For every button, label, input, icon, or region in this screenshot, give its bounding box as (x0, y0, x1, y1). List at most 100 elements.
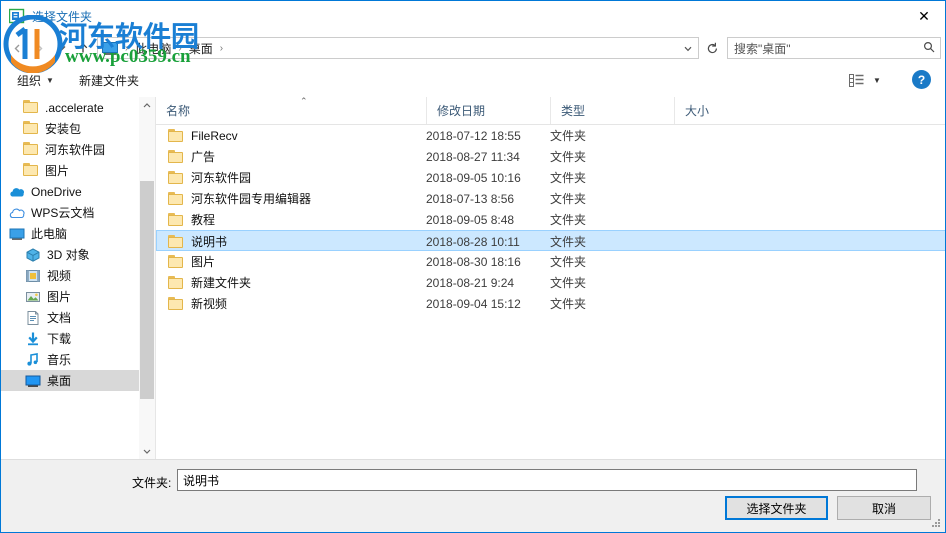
sidebar-item-5[interactable]: WPS云文档 (1, 202, 139, 223)
sidebar-item-label: 此电脑 (31, 227, 68, 241)
resize-grip[interactable] (932, 519, 942, 529)
recent-locations-icon[interactable] (51, 38, 71, 58)
sidebar-item-label: 下载 (47, 332, 72, 346)
3d-objects-icon (25, 247, 41, 263)
back-icon[interactable] (7, 38, 27, 58)
table-row[interactable]: FileRecv 2018-07-12 18:55 文件夹 (156, 125, 945, 146)
scroll-up-icon[interactable] (139, 97, 155, 113)
breadcrumb-item-desktop[interactable]: 桌面 (187, 39, 215, 58)
navigation-pane: .accelerate 安装包 河东软件园 图片 OneDrive WPS云文档 此电脑 3D… (1, 97, 139, 459)
folder-icon (168, 129, 183, 142)
file-name-cell: 河东软件园 (168, 167, 251, 188)
scroll-down-icon[interactable] (139, 443, 155, 459)
help-button[interactable]: ? (912, 70, 931, 89)
file-name-cell: 广告 (168, 146, 215, 167)
file-name-cell: FileRecv (168, 125, 238, 146)
sidebar-item-0[interactable]: .accelerate (1, 97, 139, 118)
refresh-icon[interactable] (701, 37, 723, 59)
file-type-cell: 文件夹 (550, 171, 587, 185)
file-date-cell: 2018-08-28 10:11 (426, 234, 520, 249)
view-chevron-down-icon[interactable]: ▼ (873, 76, 881, 85)
organize-label: 组织 (17, 74, 42, 88)
sidebar-item-6[interactable]: 此电脑 (1, 223, 139, 244)
folder-icon (23, 99, 38, 113)
close-button[interactable]: ✕ (901, 1, 945, 31)
forward-icon[interactable] (29, 38, 49, 58)
search-icon[interactable] (918, 41, 940, 56)
table-row[interactable]: 新建文件夹 2018-08-21 9:24 文件夹 (156, 272, 945, 293)
breadcrumb-dropdown-icon[interactable] (680, 42, 696, 56)
file-date-cell: 2018-07-12 18:55 (426, 128, 521, 143)
this-pc-icon (102, 41, 118, 55)
table-row[interactable]: 说明书 2018-08-28 10:11 文件夹 (156, 230, 945, 252)
sidebar-item-label: 图片 (47, 290, 72, 304)
sidebar-item-label: OneDrive (31, 184, 82, 199)
column-header-3[interactable]: 大小 (674, 97, 754, 124)
sidebar-item-2[interactable]: 河东软件园 (1, 139, 139, 160)
view-layout-icon[interactable] (849, 74, 864, 87)
file-name-cell: 说明书 (168, 231, 227, 252)
up-icon[interactable] (73, 38, 93, 58)
table-row[interactable]: 河东软件园 2018-09-05 10:16 文件夹 (156, 167, 945, 188)
column-header-1[interactable]: 修改日期 (426, 97, 550, 124)
sidebar-item-7[interactable]: 3D 对象 (1, 244, 139, 265)
sidebar-scrollbar[interactable] (139, 97, 156, 459)
folder-select-icon (9, 8, 25, 24)
breadcrumb-item-this-pc[interactable]: 此电脑 (133, 39, 173, 58)
chevron-down-icon: ▼ (46, 76, 54, 85)
folder-icon (23, 141, 39, 158)
sort-ascending-icon: ⌃ (300, 96, 308, 106)
file-name-cell: 新建文件夹 (168, 272, 251, 293)
sidebar-item-1[interactable]: 安装包 (1, 118, 139, 139)
sidebar-item-label: WPS云文档 (31, 206, 95, 220)
sidebar-item-label: .accelerate (45, 100, 104, 115)
sidebar-item-9[interactable]: 图片 (1, 286, 139, 307)
videos-icon (26, 269, 40, 282)
file-name-label: 新视频 (191, 297, 228, 311)
file-type-cell: 文件夹 (550, 129, 587, 143)
sidebar-item-13[interactable]: 桌面 (1, 370, 139, 391)
sidebar-item-4[interactable]: OneDrive (1, 181, 139, 202)
this-pc-icon (9, 226, 25, 242)
new-folder-button[interactable]: 新建文件夹 (79, 72, 139, 89)
sidebar-item-8[interactable]: 视频 (1, 265, 139, 286)
column-header-2[interactable]: 类型 (550, 97, 674, 124)
sidebar-item-10[interactable]: 文档 (1, 307, 139, 328)
file-name-label: 教程 (191, 213, 216, 227)
sidebar-item-3[interactable]: 图片 (1, 160, 139, 181)
select-folder-button[interactable]: 选择文件夹 (725, 496, 828, 520)
cancel-button[interactable]: 取消 (837, 496, 931, 520)
window-title: 选择文件夹 (32, 10, 93, 24)
scrollbar-thumb[interactable] (140, 181, 154, 399)
file-date-cell: 2018-09-04 15:12 (426, 296, 521, 311)
search-input[interactable]: 搜索"桌面" (727, 37, 941, 59)
file-name-label: FileRecv (191, 128, 238, 143)
sidebar-item-label: 桌面 (47, 374, 72, 388)
table-row[interactable]: 广告 2018-08-27 11:34 文件夹 (156, 146, 945, 167)
downloads-icon (25, 331, 41, 347)
navigation-bar: › 此电脑 › 桌面 › 搜索"桌面" (1, 32, 945, 64)
downloads-icon (28, 332, 38, 345)
sidebar-item-label: 3D 对象 (47, 248, 90, 262)
sidebar-item-label: 音乐 (47, 353, 72, 367)
table-row[interactable]: 河东软件园专用编辑器 2018-07-13 8:56 文件夹 (156, 188, 945, 209)
table-row[interactable]: 图片 2018-08-30 18:16 文件夹 (156, 251, 945, 272)
organize-button[interactable]: 组织 ▼ (17, 72, 54, 89)
table-row[interactable]: 新视频 2018-09-04 15:12 文件夹 (156, 293, 945, 314)
column-header-0[interactable]: 名称 (156, 97, 426, 124)
title-bar: 选择文件夹 ✕ (1, 1, 945, 33)
sidebar-item-12[interactable]: 音乐 (1, 349, 139, 370)
breadcrumb-separator: › (219, 42, 224, 54)
folder-icon (23, 162, 38, 176)
folder-icon (168, 297, 183, 310)
folder-icon (23, 141, 38, 155)
file-name-cell: 新视频 (168, 293, 227, 314)
dialog-body: .accelerate 安装包 河东软件园 图片 OneDrive WPS云文档 此电脑 3D… (1, 96, 945, 459)
onedrive-icon (10, 187, 24, 196)
sidebar-item-11[interactable]: 下载 (1, 328, 139, 349)
table-row[interactable]: 教程 2018-09-05 8:48 文件夹 (156, 209, 945, 230)
folder-name-input[interactable]: 说明书 (177, 469, 917, 491)
breadcrumb[interactable]: › 此电脑 › 桌面 › (97, 37, 699, 59)
documents-icon (25, 310, 41, 326)
file-type-cell: 文件夹 (550, 192, 587, 206)
